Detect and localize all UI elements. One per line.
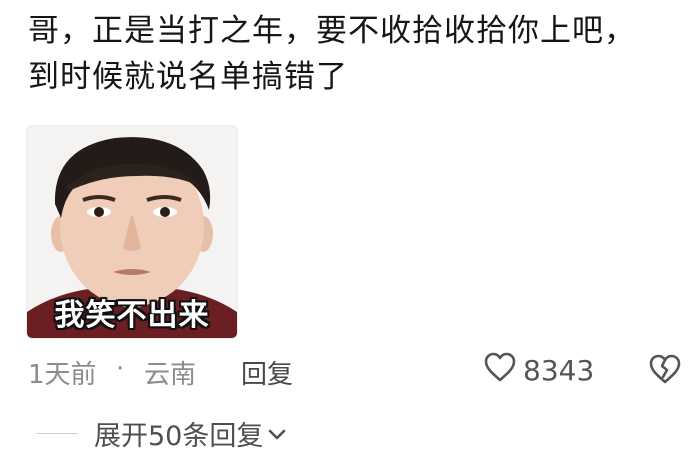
comment-meta-bar: 1天前 · 云南 回复 8343	[28, 350, 688, 390]
broken-heart-icon	[648, 354, 682, 392]
comment-body: 哥，正是当打之年，要不收拾收拾你上吧， 到时候就说名单搞错了	[28, 8, 688, 100]
expand-replies-label: 展开50条回复	[94, 420, 264, 452]
comment-location: 云南	[144, 360, 197, 390]
comment-text-line-2: 到时候就说名单搞错了	[28, 59, 348, 95]
divider-line	[36, 432, 78, 434]
comment-text-line-1: 哥，正是当打之年，要不收拾收拾你上吧，	[28, 13, 636, 49]
meme-caption: 我笑不出来	[54, 298, 210, 333]
meta-separator: ·	[116, 354, 125, 384]
meme-image[interactable]: 我笑不出来	[26, 125, 238, 339]
dislike-button[interactable]	[648, 353, 682, 392]
expand-replies-button[interactable]: 展开50条回复	[94, 414, 287, 453]
chevron-down-icon	[267, 418, 287, 449]
reply-button[interactable]: 回复	[241, 354, 293, 391]
like-button[interactable]: 8343	[483, 350, 594, 390]
heart-outline-icon	[483, 351, 517, 390]
comment-time: 1天前	[28, 360, 97, 390]
expand-replies-row: 展开50条回复	[36, 414, 287, 453]
like-count: 8343	[523, 353, 595, 387]
